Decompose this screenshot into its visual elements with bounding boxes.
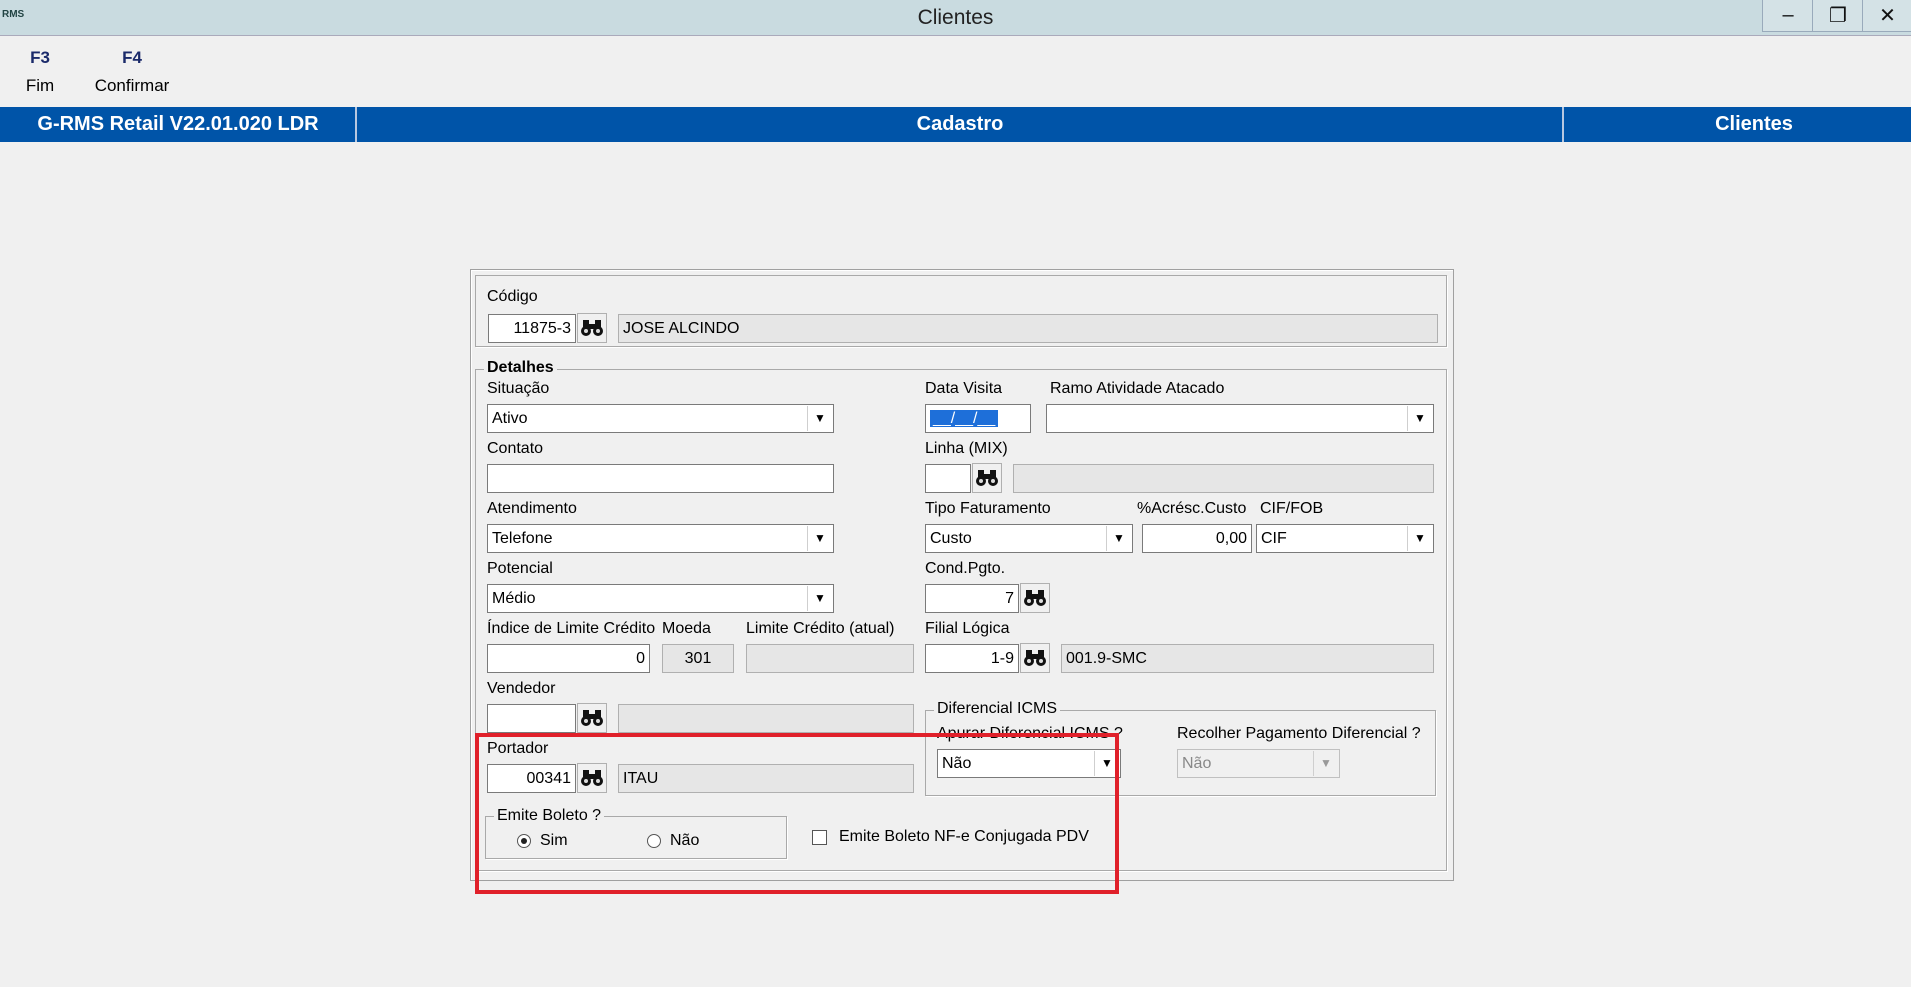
potencial-value: Médio — [492, 590, 536, 607]
potencial-select[interactable]: Médio ▼ — [487, 584, 834, 613]
vendedor-label: Vendedor — [487, 680, 556, 697]
binoculars-icon — [581, 710, 603, 726]
indice-limite-input[interactable]: 0 — [487, 644, 650, 673]
limite-atual-field — [746, 644, 914, 673]
linha-input[interactable] — [925, 464, 971, 493]
binoculars-icon — [1024, 650, 1046, 666]
tipo-faturamento-value: Custo — [930, 530, 972, 547]
f4-key-label: F4 — [122, 48, 142, 67]
data-visita-input[interactable]: __/__/__ — [925, 404, 1031, 433]
cif-fob-value: CIF — [1261, 530, 1287, 547]
binoculars-icon — [1024, 590, 1046, 606]
codigo-label: Código — [487, 288, 538, 305]
app-version-label: G-RMS Retail V22.01.020 LDR — [37, 113, 319, 135]
situacao-label: Situação — [487, 380, 550, 397]
filial-logica-input[interactable]: 1-9 — [925, 644, 1019, 673]
codigo-input[interactable]: 11875-3 — [488, 314, 576, 343]
contato-label: Contato — [487, 440, 544, 457]
data-visita-value: __/__/__ — [930, 410, 999, 427]
situacao-select[interactable]: Ativo ▼ — [487, 404, 834, 433]
linha-desc-field — [1013, 464, 1434, 493]
moeda-field: 301 — [662, 644, 734, 673]
cif-fob-select[interactable]: CIF ▼ — [1256, 524, 1434, 553]
chevron-down-icon[interactable]: ▼ — [807, 526, 832, 551]
minimize-button[interactable]: – — [1762, 0, 1813, 32]
recolher-label: Recolher Pagamento Diferencial ? — [1177, 725, 1421, 742]
chevron-down-icon[interactable]: ▼ — [1407, 526, 1432, 551]
codigo-name-field: JOSE ALCINDO — [618, 314, 1438, 343]
linha-label: Linha (MIX) — [925, 440, 1008, 457]
atendimento-label: Atendimento — [487, 500, 577, 517]
situacao-value: Ativo — [492, 410, 528, 427]
restore-button[interactable]: ❐ — [1812, 0, 1863, 32]
toolbar-f3-button[interactable]: F3 Fim — [18, 48, 62, 96]
ramo-select[interactable]: ▼ — [1046, 404, 1434, 433]
confirmar-label: Confirmar — [94, 76, 170, 95]
recolher-value: Não — [1182, 755, 1212, 772]
filial-logica-label: Filial Lógica — [925, 620, 1010, 637]
header-bar: G-RMS Retail V22.01.020 LDR Cadastro Cli… — [0, 107, 1911, 142]
limite-atual-label: Limite Crédito (atual) — [746, 620, 895, 637]
atendimento-select[interactable]: Telefone ▼ — [487, 524, 834, 553]
chevron-down-icon[interactable]: ▼ — [1407, 406, 1432, 431]
acresc-input[interactable]: 0,00 — [1142, 524, 1252, 553]
highlight-box — [475, 733, 1119, 894]
ramo-label: Ramo Atividade Atacado — [1050, 380, 1225, 397]
fim-label: Fim — [25, 76, 55, 95]
potencial-label: Potencial — [487, 560, 553, 577]
codigo-group: Código 11875-3 JOSE ALCINDO — [475, 275, 1447, 347]
chevron-down-icon[interactable]: ▼ — [807, 406, 832, 431]
cond-pgto-input[interactable]: 7 — [925, 584, 1019, 613]
toolbar-f4-button[interactable]: F4 Confirmar — [86, 48, 178, 96]
contato-input[interactable] — [487, 464, 834, 493]
search-linha-button[interactable] — [972, 463, 1002, 493]
module-label: Cadastro — [916, 113, 1004, 135]
chevron-down-icon[interactable]: ▼ — [1106, 526, 1131, 551]
close-button[interactable]: ✕ — [1862, 0, 1911, 32]
data-visita-label: Data Visita — [925, 380, 1003, 397]
window-titlebar: RMS Clientes – ❐ ✕ — [0, 0, 1911, 36]
acresc-label: %Acrésc.Custo — [1137, 500, 1247, 517]
detalhes-legend: Detalhes — [484, 359, 557, 377]
chevron-down-icon[interactable]: ▼ — [807, 586, 832, 611]
recolher-select: Não ▼ — [1177, 749, 1340, 778]
search-cond-pgto-button[interactable] — [1020, 583, 1050, 613]
vendedor-desc-field — [618, 704, 914, 733]
indice-limite-label: Índice de Limite Crédito — [487, 620, 656, 637]
diferencial-icms-legend: Diferencial ICMS — [934, 700, 1061, 718]
tipo-faturamento-select[interactable]: Custo ▼ — [925, 524, 1133, 553]
tipo-faturamento-label: Tipo Faturamento — [925, 500, 1051, 517]
filial-desc-field: 001.9-SMC — [1061, 644, 1434, 673]
f3-key-label: F3 — [30, 48, 50, 67]
window-title: Clientes — [917, 6, 994, 29]
moeda-label: Moeda — [662, 620, 711, 637]
screen-label: Clientes — [1715, 113, 1793, 135]
cif-fob-label: CIF/FOB — [1260, 500, 1324, 517]
vendedor-input[interactable] — [487, 704, 576, 733]
binoculars-icon — [976, 470, 998, 486]
binoculars-icon — [581, 320, 603, 336]
chevron-down-icon: ▼ — [1313, 751, 1338, 776]
cond-pgto-label: Cond.Pgto. — [925, 560, 1006, 577]
search-filial-button[interactable] — [1020, 643, 1050, 673]
atendimento-value: Telefone — [492, 530, 553, 547]
search-codigo-button[interactable] — [577, 313, 607, 343]
search-vendedor-button[interactable] — [577, 703, 607, 733]
